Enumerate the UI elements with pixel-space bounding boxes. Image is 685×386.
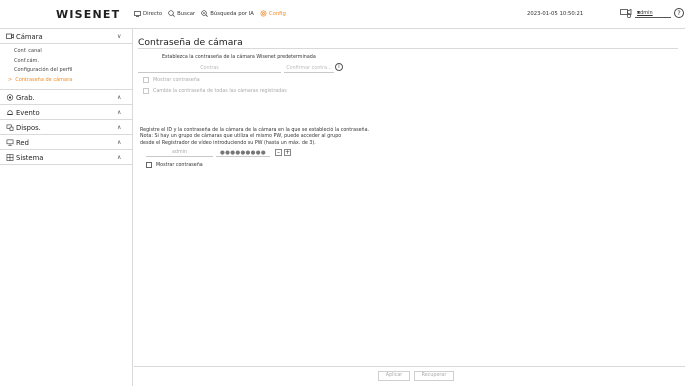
nav-config[interactable]: Config [260, 10, 286, 17]
show-password-checkbox[interactable] [143, 77, 149, 83]
chevron-down-icon: ∨ [117, 32, 122, 40]
camera-id-input[interactable]: admin [146, 149, 213, 157]
camera-status-icon[interactable] [620, 8, 632, 18]
group-password-notes: Registre el ID y la contraseña de la cám… [140, 128, 369, 147]
menu-evento[interactable]: Evento ∧ [0, 105, 132, 120]
show-password-label: Mostrar contraseña [153, 77, 200, 83]
camera-icon [6, 33, 14, 39]
nav-buscar-label: Buscar [177, 10, 196, 17]
menu-red[interactable]: Red ∧ [0, 135, 132, 150]
info-icon[interactable]: i [335, 63, 343, 71]
menu-dispos-label: Dispos. [16, 123, 41, 132]
bell-icon [7, 110, 13, 115]
wisenet-logo: WISENET [56, 8, 121, 21]
remove-button[interactable]: – [275, 149, 282, 156]
note-line-3: desde el Registrador de vídeo introducie… [140, 140, 316, 146]
camera-password-input[interactable]: ●●●●●●●●● [216, 149, 270, 157]
datetime: 2023-01-05 10:50:21 [527, 11, 584, 17]
chevron-up-icon: ∧ [117, 123, 122, 131]
sidebar-item-configuracion-perfil[interactable]: Configuración del perfil [0, 66, 132, 76]
menu-dispos[interactable]: Dispos. ∧ [0, 120, 132, 135]
top-bar: WISENET Directo Buscar Búsqueda por IA C… [0, 0, 685, 29]
sidebar: Cámara ∨ Conf. canal Conf.cám. Configura… [0, 29, 133, 386]
chevron-up-icon: ∧ [117, 108, 122, 116]
top-nav: Directo Buscar Búsqueda por IA Config [134, 10, 292, 17]
nav-directo-label: Directo [143, 10, 163, 17]
apply-button[interactable]: Aplicar [378, 371, 410, 381]
group-show-password-checkbox[interactable] [146, 162, 152, 168]
menu-red-label: Red [16, 138, 29, 147]
title-divider [138, 48, 678, 49]
menu-group-camara: Cámara ∨ Conf. canal Conf.cám. Configura… [0, 29, 132, 90]
menu-camara-label: Cámara [16, 32, 43, 41]
show-password-row: Mostrar contraseña [143, 77, 200, 83]
change-all-row: Cambie la contraseña de todas las cámara… [143, 88, 287, 94]
menu-grab[interactable]: Grab. ∧ [0, 90, 132, 105]
note-line-2: Nota: Si hay un grupo de cámaras que uti… [140, 134, 342, 140]
menu-camara[interactable]: Cámara ∨ [0, 29, 132, 44]
system-icon [6, 154, 14, 161]
sidebar-item-conf-canal[interactable]: Conf. canal [0, 47, 132, 57]
chevron-right-icon: > [8, 76, 13, 83]
chevron-up-icon: ∧ [117, 153, 122, 161]
main-panel: Contraseña de cámara Establezca la contr… [134, 29, 685, 386]
restore-button[interactable]: Recuperar [414, 371, 454, 381]
device-icon [6, 124, 14, 131]
monitor-icon [134, 10, 141, 17]
user-select[interactable]: admin ▾ [635, 9, 671, 18]
chevron-up-icon: ∧ [117, 138, 122, 146]
nav-config-label: Config [268, 10, 286, 17]
menu-evento-label: Evento [16, 108, 40, 117]
default-password-input[interactable]: Contras [138, 64, 281, 73]
submenu-camara: Conf. canal Conf.cám. Configuración del … [0, 44, 132, 90]
sidebar-item-conf-cam[interactable]: Conf.cám. [0, 57, 132, 67]
nav-buscar[interactable]: Buscar [168, 10, 195, 17]
menu-sistema-label: Sistema [16, 153, 44, 162]
network-icon [6, 139, 14, 146]
gear-icon [260, 10, 267, 17]
menu-grab-label: Grab. [16, 93, 35, 102]
add-button[interactable]: + [284, 149, 291, 156]
sidebar-item-contrasena-label: Contraseña de cámara [15, 76, 73, 83]
confirm-password-input[interactable]: Confirmar contra... [284, 64, 334, 73]
group-show-password-row: Mostrar contraseña [146, 162, 203, 168]
chevron-up-icon: ∧ [117, 93, 122, 101]
footer-divider [134, 366, 685, 367]
sidebar-item-contrasena-camara[interactable]: > Contraseña de cámara [0, 76, 132, 86]
ai-search-icon [201, 10, 209, 17]
group-show-password-label: Mostrar contraseña [156, 162, 203, 168]
record-icon [6, 94, 14, 101]
search-icon [168, 10, 175, 17]
nav-directo[interactable]: Directo [134, 11, 162, 17]
help-icon[interactable]: ? [674, 8, 684, 18]
change-all-checkbox[interactable] [143, 88, 149, 94]
nav-busqueda-ia-label: Búsqueda por IA [210, 10, 254, 17]
page-title: Contraseña de cámara [138, 37, 243, 48]
nav-busqueda-ia[interactable]: Búsqueda por IA [201, 10, 254, 17]
menu-sistema[interactable]: Sistema ∧ [0, 150, 132, 165]
change-all-label: Cambie la contraseña de todas las cámara… [153, 88, 287, 94]
chevron-down-icon: ▾ [637, 9, 641, 16]
default-password-instruction: Establezca la contraseña de la cámara Wi… [162, 55, 316, 60]
